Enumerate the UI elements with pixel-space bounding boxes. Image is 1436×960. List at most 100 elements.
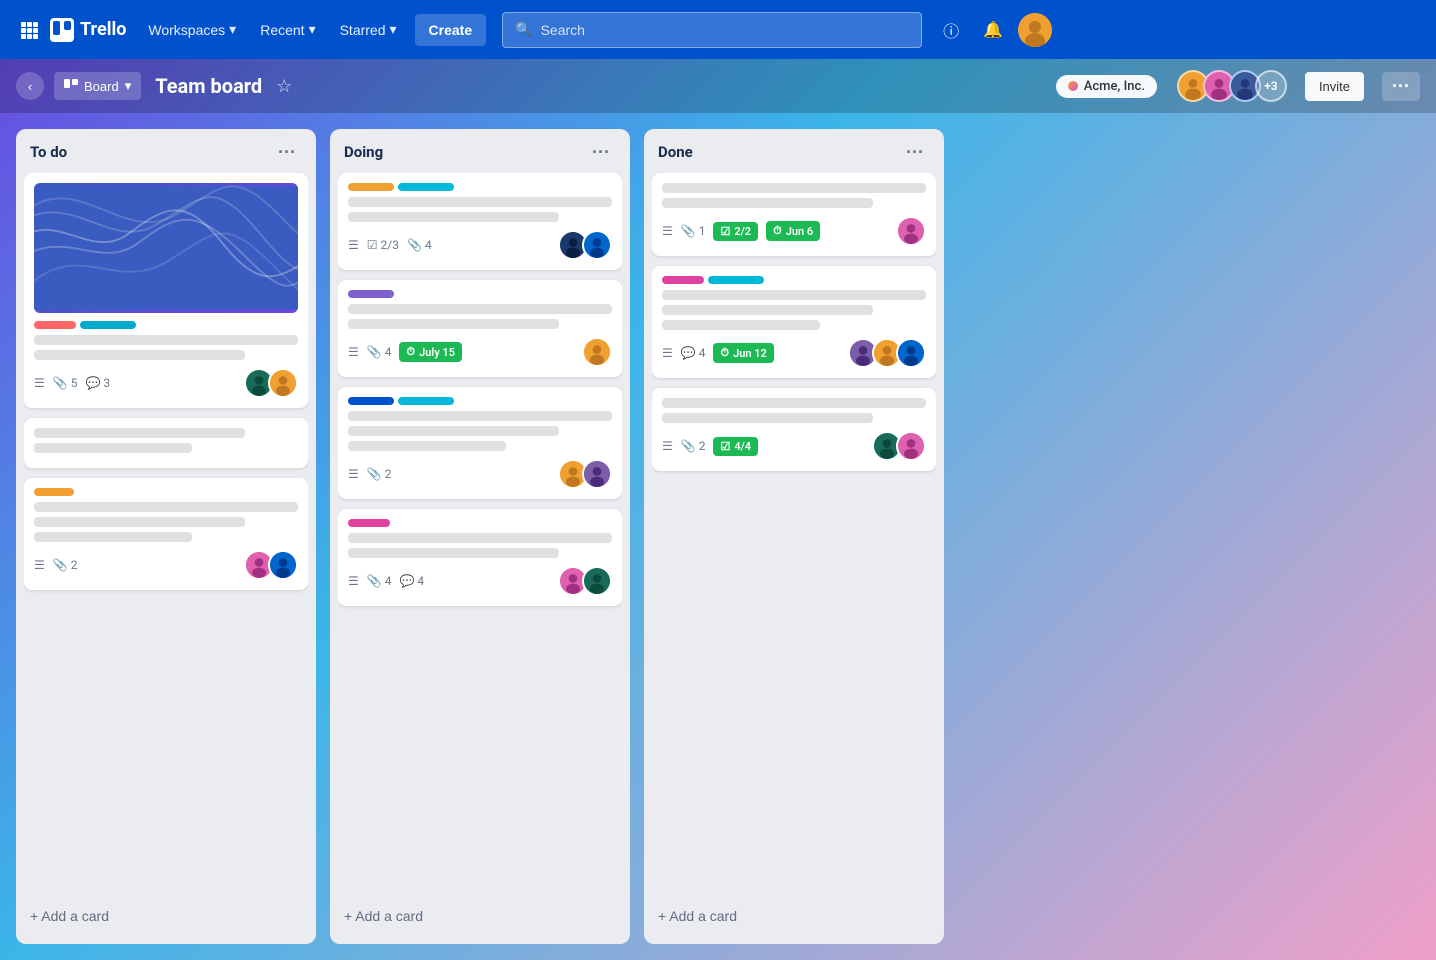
- label-magenta: [348, 519, 390, 527]
- card-doing-4[interactable]: ☰ 📎4 💬4: [338, 509, 622, 606]
- add-card-doing-button[interactable]: + Add a card: [338, 900, 622, 932]
- grid-menu-icon[interactable]: [12, 13, 46, 47]
- workspace-dot: [1068, 81, 1078, 91]
- invite-button[interactable]: Invite: [1305, 72, 1364, 101]
- card-todo-3-avatars: [244, 550, 298, 580]
- comment-icon: 💬: [399, 574, 414, 588]
- clock-icon: ⏱: [720, 346, 729, 360]
- card-text-line: [348, 411, 612, 421]
- label-cyan: [398, 397, 454, 405]
- card-text-line: [348, 426, 559, 436]
- attachment-count: 📎2: [53, 558, 78, 572]
- card-doing-4-labels: [348, 519, 612, 527]
- card-done-1[interactable]: ☰ 📎1 ☑2/2 ⏱Jun 6: [652, 173, 936, 256]
- card-doing-2[interactable]: ☰ 📎4 ⏱July 15: [338, 280, 622, 377]
- column-doing-menu[interactable]: ···: [586, 141, 616, 163]
- card-done-1-meta: ☰ 📎1 ☑2/2 ⏱Jun 6: [662, 216, 926, 246]
- label-cyan: [708, 276, 764, 284]
- card-todo-1[interactable]: ☰ 📎5 💬3: [24, 173, 308, 408]
- check-icon: ☑: [720, 440, 730, 453]
- comment-count: 💬4: [681, 346, 706, 360]
- search-bar[interactable]: 🔍: [502, 12, 922, 48]
- card-doing-4-avatars: [558, 566, 612, 596]
- clock-icon: ⏱: [773, 224, 782, 238]
- board-view-button[interactable]: Board ▾: [54, 72, 141, 100]
- card-doing-3[interactable]: ☰ 📎2: [338, 387, 622, 499]
- comment-count: 💬4: [399, 574, 424, 588]
- column-done-menu[interactable]: ···: [900, 141, 930, 163]
- card-done-1-avatars: [896, 216, 926, 246]
- search-input[interactable]: [541, 22, 910, 38]
- description-icon: ☰: [662, 346, 673, 360]
- card-doing-4-meta: ☰ 📎4 💬4: [348, 566, 612, 596]
- description-icon: ☰: [662, 224, 673, 238]
- create-button[interactable]: Create: [415, 14, 487, 46]
- card-avatar: [896, 338, 926, 368]
- workspaces-menu[interactable]: Workspaces ▾: [138, 15, 246, 44]
- search-icon: 🔍: [515, 22, 532, 38]
- card-text-line: [34, 517, 245, 527]
- card-cover-image: [34, 183, 298, 313]
- column-todo-cards: ☰ 📎5 💬3: [24, 173, 308, 894]
- trello-logo[interactable]: Trello: [50, 18, 126, 42]
- recent-menu[interactable]: Recent ▾: [250, 15, 325, 44]
- comment-count: 💬3: [85, 376, 110, 390]
- column-todo-menu[interactable]: ···: [272, 141, 302, 163]
- column-todo: To do ···: [16, 129, 316, 944]
- add-card-done-button[interactable]: + Add a card: [652, 900, 936, 932]
- board-navigation: ‹ Board ▾ Team board ☆ Acme, Inc.: [0, 59, 1436, 113]
- card-text-line: [348, 197, 612, 207]
- check-icon: ☑: [720, 225, 730, 238]
- card-done-3-meta: ☰ 📎2 ☑4/4: [662, 431, 926, 461]
- star-button[interactable]: ☆: [272, 72, 296, 101]
- card-doing-1-labels: [348, 183, 612, 191]
- card-text-line: [662, 320, 820, 330]
- due-date-badge: ⏱July 15: [399, 342, 461, 362]
- card-doing-1-avatars: [558, 230, 612, 260]
- card-avatar: [582, 459, 612, 489]
- card-done-2-labels: [662, 276, 926, 284]
- card-todo-2[interactable]: [24, 418, 308, 468]
- card-todo-3-meta: ☰ 📎2: [34, 550, 298, 580]
- card-text-line: [348, 533, 612, 543]
- attachment-count: 📎2: [681, 439, 706, 453]
- card-text-line: [662, 413, 873, 423]
- card-avatar: [896, 431, 926, 461]
- card-text-line: [348, 441, 506, 451]
- member-more-button[interactable]: +3: [1255, 70, 1287, 102]
- starred-menu[interactable]: Starred ▾: [330, 15, 407, 44]
- workspace-label[interactable]: Acme, Inc.: [1056, 75, 1157, 98]
- description-icon: ☰: [348, 574, 359, 588]
- attachment-count: 📎1: [681, 224, 706, 238]
- column-done: Done ··· ☰ 📎1 ☑2/2 ⏱Jun 6: [644, 129, 944, 944]
- label-magenta: [662, 276, 704, 284]
- description-icon: ☰: [662, 439, 673, 453]
- board-title: Team board: [155, 74, 262, 98]
- card-done-2[interactable]: ☰ 💬4 ⏱Jun 12: [652, 266, 936, 378]
- card-doing-3-labels: [348, 397, 612, 405]
- info-icon[interactable]: ⓘ: [934, 13, 968, 47]
- card-doing-1[interactable]: ☰ ☑2/3 📎4: [338, 173, 622, 270]
- card-text-line: [662, 398, 926, 408]
- card-todo-1-meta: ☰ 📎5 💬3: [34, 368, 298, 398]
- checklist-count: ☑2/3: [367, 238, 399, 252]
- top-navigation: Trello Workspaces ▾ Recent ▾ Starred ▾ C…: [0, 0, 1436, 59]
- card-doing-3-meta: ☰ 📎2: [348, 459, 612, 489]
- card-text-line: [34, 532, 192, 542]
- column-done-cards: ☰ 📎1 ☑2/2 ⏱Jun 6: [652, 173, 936, 894]
- paperclip-icon: 📎: [681, 224, 696, 238]
- notification-icon[interactable]: 🔔: [976, 13, 1010, 47]
- card-todo-3[interactable]: ☰ 📎2: [24, 478, 308, 590]
- card-text-line: [34, 428, 245, 438]
- description-icon: ☰: [34, 558, 45, 572]
- card-done-3[interactable]: ☰ 📎2 ☑4/4: [652, 388, 936, 471]
- clock-icon: ⏱: [406, 345, 415, 359]
- more-options-button[interactable]: ···: [1382, 72, 1420, 101]
- user-avatar[interactable]: [1018, 13, 1052, 47]
- member-avatars: +3: [1171, 70, 1287, 102]
- checklist-badge: ☑2/2: [713, 222, 758, 241]
- sidebar-toggle-button[interactable]: ‹: [16, 72, 44, 100]
- card-text-line: [662, 198, 873, 208]
- card-text-line: [348, 548, 559, 558]
- add-card-todo-button[interactable]: + Add a card: [24, 900, 308, 932]
